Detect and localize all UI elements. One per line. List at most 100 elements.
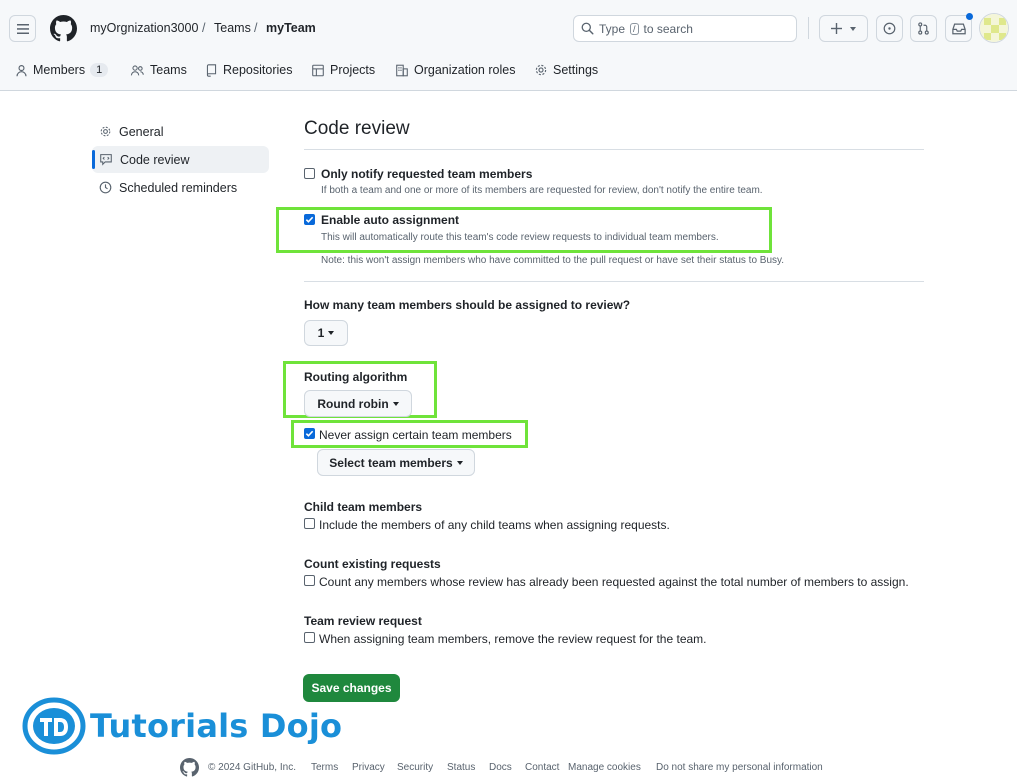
table-icon: [311, 64, 325, 77]
github-logo-icon[interactable]: [50, 15, 77, 42]
header-divider: [808, 17, 809, 39]
issues-button[interactable]: [876, 15, 903, 42]
tab-projects[interactable]: Projects: [311, 63, 375, 77]
never-assign-label: Never assign certain team members: [319, 428, 512, 442]
chevron-down-icon: [392, 401, 399, 406]
chevron-down-icon: [850, 26, 856, 31]
footer-cookies-button[interactable]: Manage cookies: [568, 762, 641, 773]
footer-docs-link[interactable]: Docs: [489, 762, 512, 773]
auto-assignment-label: Enable auto assignment: [321, 213, 460, 227]
search-suffix: to search: [643, 21, 693, 36]
never-assign-checkbox[interactable]: [304, 428, 315, 439]
footer-privacy-link[interactable]: Privacy: [352, 762, 385, 773]
active-indicator: [92, 150, 95, 169]
gear-icon: [99, 125, 112, 138]
count-existing-checkbox[interactable]: [304, 575, 315, 586]
sidebar-item-label: General: [119, 124, 164, 139]
footer-copyright: © 2024 GitHub, Inc.: [208, 762, 296, 773]
tab-settings-label: Settings: [553, 63, 599, 77]
breadcrumb-separator: /: [202, 21, 206, 35]
breadcrumb-separator: /: [254, 21, 258, 35]
count-existing-text: Count any members whose review has alrea…: [319, 575, 909, 589]
sidebar-item-label: Code review: [120, 152, 190, 167]
tab-organization-roles-label: Organization roles: [414, 63, 516, 77]
child-team-label: Child team members: [304, 500, 423, 514]
team-review-checkbox[interactable]: [304, 632, 315, 643]
tab-members-label: Members: [33, 63, 86, 77]
tab-repositories[interactable]: Repositories: [205, 63, 292, 77]
person-icon: [15, 64, 28, 77]
git-pull-request-icon: [917, 22, 930, 35]
assign-count-label: How many team members should be assigned…: [304, 298, 631, 312]
footer-contact-link[interactable]: Contact: [525, 762, 559, 773]
breadcrumb-teams[interactable]: Teams: [214, 21, 251, 35]
search-prefix: Type: [599, 21, 626, 36]
repo-icon: [205, 63, 218, 77]
page-title: Code review: [304, 118, 410, 139]
check-icon: [305, 216, 314, 223]
notification-dot: [966, 13, 973, 20]
issue-opened-icon: [883, 22, 896, 35]
select-team-members-button[interactable]: Select team members: [317, 449, 475, 476]
count-existing-label: Count existing requests: [304, 557, 441, 571]
routing-algorithm-label: Routing algorithm: [304, 370, 408, 384]
select-team-members-label: Select team members: [329, 455, 453, 470]
people-icon: [130, 64, 145, 77]
footer-personal-info-button[interactable]: Do not share my personal information: [656, 762, 823, 773]
routing-algorithm-dropdown[interactable]: Round robin: [304, 390, 412, 417]
auto-assignment-checkbox[interactable]: [304, 214, 315, 225]
assign-count-value: 1: [317, 326, 325, 340]
child-team-text: Include the members of any child teams w…: [319, 518, 670, 532]
search-icon: [581, 22, 594, 35]
td-logo-icon: [22, 697, 86, 755]
members-count-badge: 1: [90, 63, 109, 77]
plus-icon: [831, 23, 842, 34]
team-review-label: Team review request: [304, 614, 422, 628]
sidebar-item-general[interactable]: General: [92, 118, 269, 145]
check-icon: [305, 430, 314, 437]
sidebar-item-label: Scheduled reminders: [119, 180, 238, 195]
tab-projects-label: Projects: [330, 63, 376, 77]
only-notify-label: Only notify requested team members: [321, 167, 533, 181]
assign-count-dropdown[interactable]: 1: [304, 320, 348, 346]
create-new-button[interactable]: [819, 15, 868, 42]
only-notify-checkbox[interactable]: [304, 168, 315, 179]
tab-organization-roles[interactable]: Organization roles: [395, 63, 515, 77]
tab-teams-label: Teams: [150, 63, 187, 77]
tab-members[interactable]: Members 1: [15, 63, 109, 77]
tab-teams[interactable]: Teams: [130, 63, 187, 77]
team-review-text: When assigning team members, remove the …: [319, 632, 707, 646]
auto-assignment-note: This will automatically route this team'…: [321, 232, 719, 243]
search-input[interactable]: Type / to search: [573, 15, 797, 42]
search-shortcut-key: /: [630, 22, 639, 35]
footer-security-link[interactable]: Security: [397, 762, 433, 773]
inbox-icon: [951, 22, 966, 35]
code-review-icon: [99, 153, 113, 166]
sidebar-item-code-review[interactable]: Code review: [92, 146, 269, 173]
breadcrumb-org[interactable]: myOrgnization3000: [90, 21, 198, 35]
child-team-checkbox[interactable]: [304, 518, 315, 529]
tutorials-dojo-logo: Tutorials Dojo: [22, 697, 342, 755]
tab-settings[interactable]: Settings: [534, 63, 598, 77]
avatar[interactable]: [979, 13, 1009, 43]
tab-repositories-label: Repositories: [223, 63, 293, 77]
gear-icon: [534, 63, 548, 77]
hamburger-icon: [16, 23, 29, 34]
sidebar-item-scheduled-reminders[interactable]: Scheduled reminders: [92, 174, 269, 201]
only-notify-note: If both a team and one or more of its me…: [321, 185, 763, 196]
routing-algorithm-value: Round robin: [317, 396, 389, 411]
auto-assignment-note-busy: Note: this won't assign members who have…: [321, 255, 785, 266]
footer-terms-link[interactable]: Terms: [311, 762, 338, 773]
title-divider: [304, 149, 924, 150]
watermark-text: Tutorials Dojo: [90, 707, 343, 745]
clock-icon: [99, 181, 112, 194]
chevron-down-icon: [456, 460, 463, 465]
organization-icon: [395, 64, 409, 77]
chevron-down-icon: [328, 331, 335, 335]
section-divider: [304, 281, 924, 282]
footer-status-link[interactable]: Status: [447, 762, 475, 773]
menu-button[interactable]: [9, 15, 36, 42]
github-footer-logo-icon[interactable]: [180, 758, 199, 777]
breadcrumb-team[interactable]: myTeam: [266, 21, 316, 35]
pull-requests-button[interactable]: [910, 15, 937, 42]
